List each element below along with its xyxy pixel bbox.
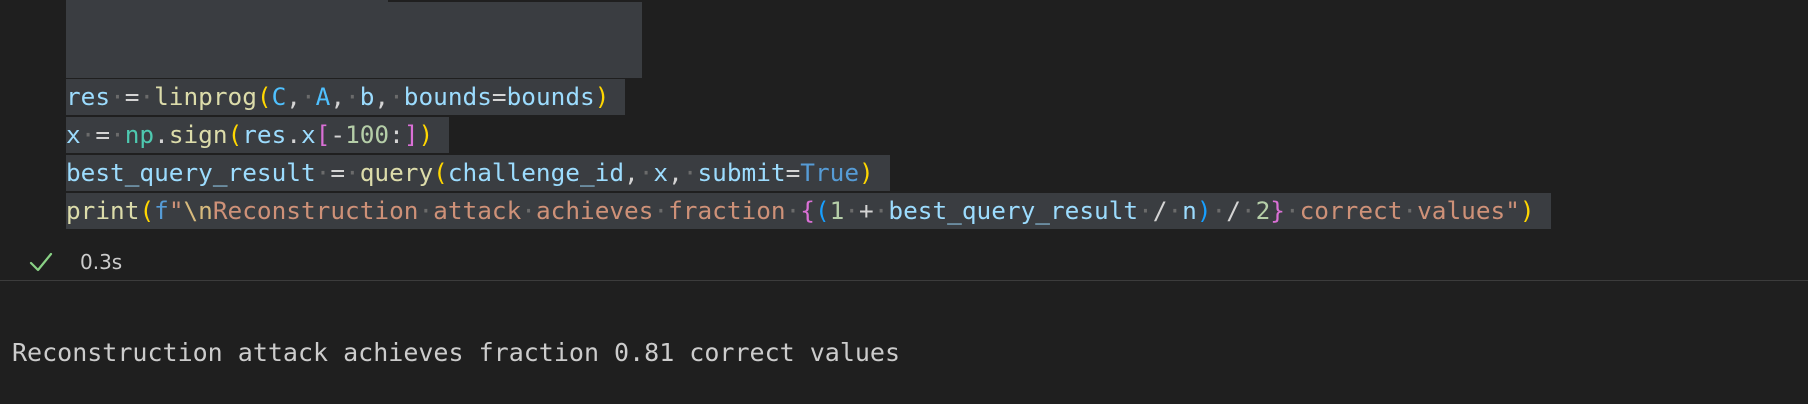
cell-output: Reconstruction attack achieves fraction … [12, 338, 901, 367]
output-divider [0, 280, 1808, 281]
code-cell-editor[interactable]: res·=·linprog(C,·A,·b,·bounds=bounds) x·… [0, 0, 1808, 244]
cell-execution-status: 0.3s [0, 244, 1808, 280]
code-line[interactable]: best_query_result·=·query(challenge_id,·… [66, 155, 890, 191]
code-line[interactable]: x·=·np.sign(res.x[-100:]) [66, 117, 450, 153]
selection-highlight-left-edge [66, 0, 82, 78]
selection-highlight-empty-line [82, 2, 642, 78]
code-line[interactable]: res·=·linprog(C,·A,·b,·bounds=bounds) [66, 79, 626, 115]
execution-duration: 0.3s [80, 250, 123, 274]
code-line[interactable]: print(f"\nReconstruction·attack·achieves… [66, 193, 1551, 229]
check-icon [28, 250, 54, 274]
